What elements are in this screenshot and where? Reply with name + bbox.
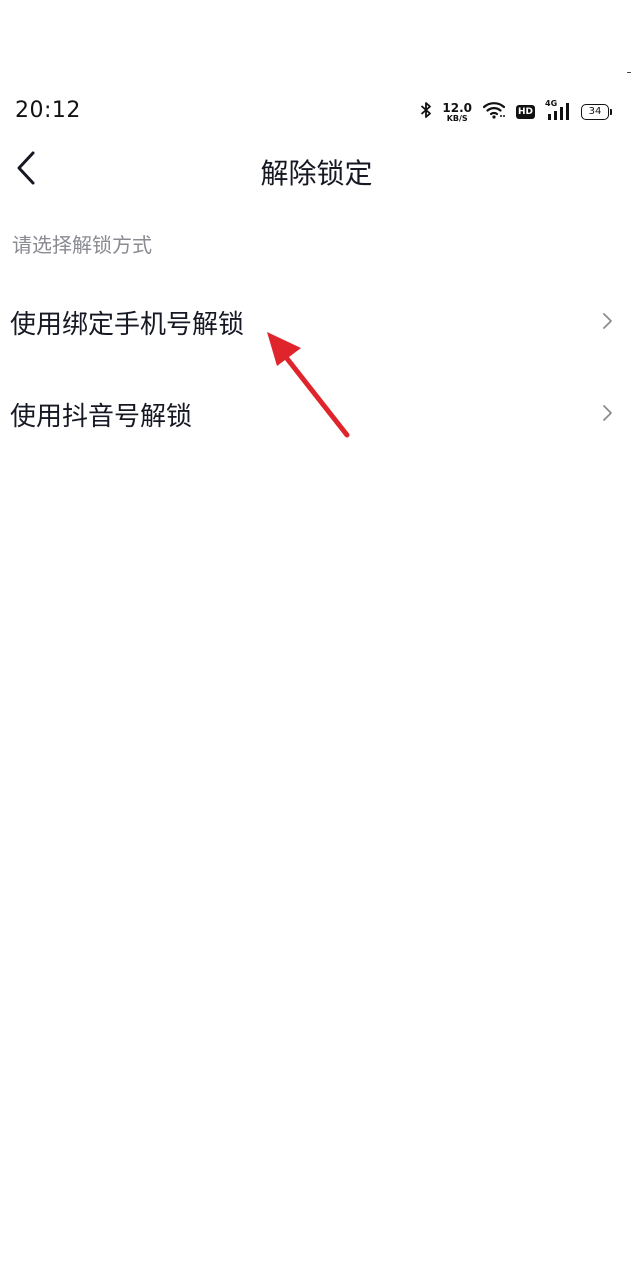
status-bar: 20:12 12.0 KB/S HD 4G 34 (0, 94, 633, 130)
net-speed-value: 12.0 (442, 100, 472, 115)
nav-bar: 解除锁定 (0, 140, 633, 200)
page-title: 解除锁定 (260, 157, 373, 190)
unlock-by-douyin-id-option[interactable]: 使用抖音号解锁 (0, 378, 633, 448)
bluetooth-icon (420, 101, 432, 123)
option-label: 使用抖音号解锁 (10, 402, 193, 432)
corner-mark (627, 72, 631, 73)
hd-icon: HD (515, 105, 535, 119)
unlock-by-phone-option[interactable]: 使用绑定手机号解锁 (0, 286, 633, 356)
signal-icon: 4G (545, 99, 571, 122)
chevron-right-icon (601, 311, 613, 331)
net-speed-unit: KB/S (446, 113, 468, 123)
status-icons: 12.0 KB/S HD 4G 34 (420, 98, 612, 126)
battery-level: 34 (588, 106, 602, 117)
wifi-icon (482, 101, 506, 123)
chevron-right-icon (601, 403, 613, 423)
status-time: 20:12 (15, 98, 81, 123)
option-label: 使用绑定手机号解锁 (10, 310, 245, 340)
unlock-method-hint: 请选择解锁方式 (12, 233, 152, 257)
battery-icon: 34 (581, 104, 612, 120)
top-blank-area (0, 0, 633, 88)
net-speed: 12.0 KB/S (442, 102, 472, 123)
